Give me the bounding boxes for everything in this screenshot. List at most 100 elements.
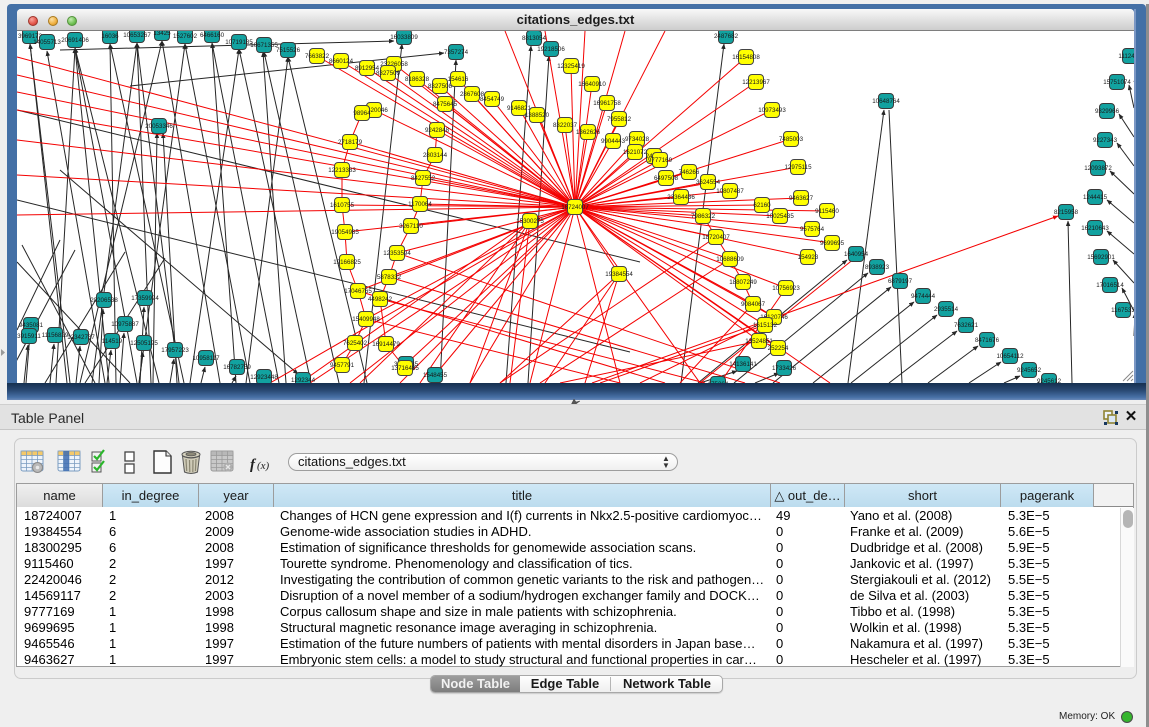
- svg-text:10653267: 10653267: [123, 32, 151, 39]
- svg-text:3624554: 3624554: [696, 179, 721, 186]
- svg-text:9245612: 9245612: [1037, 378, 1062, 383]
- svg-text:20053346: 20053346: [145, 123, 173, 130]
- svg-text:10975887: 10975887: [111, 321, 139, 328]
- svg-text:1621072: 1621072: [623, 149, 648, 156]
- svg-text:6497508: 6497508: [654, 175, 679, 182]
- svg-text:10756923: 10756923: [772, 285, 800, 292]
- svg-text:16033809: 16033809: [390, 34, 418, 41]
- svg-text:14055713: 14055713: [33, 39, 61, 46]
- svg-text:9777169: 9777169: [648, 157, 673, 164]
- svg-text:9575764: 9575764: [800, 226, 825, 233]
- svg-text:13425: 13425: [153, 31, 171, 37]
- svg-text:7515526: 7515526: [276, 47, 301, 54]
- svg-text:15409948: 15409948: [352, 316, 380, 323]
- svg-text:154616: 154616: [448, 76, 469, 83]
- svg-text:7485003: 7485003: [779, 136, 804, 143]
- svg-text:9474444: 9474444: [911, 293, 936, 300]
- svg-text:12923448: 12923448: [250, 374, 278, 381]
- svg-text:1112453: 1112453: [1118, 53, 1134, 60]
- svg-text:19218506: 19218506: [537, 46, 565, 53]
- svg-text:19166825: 19166825: [333, 259, 361, 266]
- svg-text:20206538: 20206538: [90, 297, 118, 304]
- svg-text:1733426: 1733426: [772, 365, 797, 372]
- svg-text:17046765: 17046765: [344, 288, 372, 295]
- svg-text:9115460: 9115460: [815, 208, 839, 215]
- svg-text:8471676: 8471676: [975, 337, 1000, 344]
- svg-text:10688609: 10688609: [716, 256, 744, 263]
- svg-text:3267110: 3267110: [399, 223, 423, 230]
- svg-text:62160: 62160: [753, 202, 771, 209]
- svg-text:18807249: 18807249: [729, 279, 757, 286]
- svg-text:1388520: 1388520: [525, 112, 550, 119]
- svg-text:9084067: 9084067: [741, 301, 766, 308]
- svg-text:13716485: 13716485: [391, 365, 419, 372]
- svg-text:1640954: 1640954: [844, 251, 869, 258]
- svg-text:2803144: 2803144: [423, 152, 448, 159]
- svg-text:9699695: 9699695: [820, 240, 845, 247]
- svg-text:(x): (x): [257, 460, 270, 472]
- svg-text:10025435: 10025435: [766, 213, 794, 220]
- svg-text:16914479: 16914479: [372, 341, 400, 348]
- svg-text:20691406: 20691406: [61, 37, 89, 44]
- svg-text:18724007: 18724007: [561, 204, 589, 211]
- svg-text:1615132: 1615132: [753, 322, 778, 329]
- svg-text:3915911: 3915911: [17, 333, 41, 340]
- svg-text:6879197: 6879197: [888, 278, 913, 285]
- svg-text:16782759: 16782759: [223, 364, 251, 371]
- svg-text:16036: 16036: [101, 33, 119, 40]
- svg-text:8475645: 8475645: [433, 101, 458, 108]
- svg-text:7955812: 7955812: [607, 116, 632, 123]
- svg-text:9463627: 9463627: [789, 195, 814, 202]
- svg-text:7663822: 7663822: [305, 53, 330, 60]
- svg-text:9146821: 9146821: [507, 105, 532, 112]
- svg-text:2935514: 2935514: [934, 306, 959, 313]
- svg-text:8327509: 8327509: [376, 70, 401, 77]
- svg-text:12505195: 12505195: [130, 340, 158, 347]
- svg-text:252254: 252254: [768, 345, 789, 352]
- svg-text:1292344: 1292344: [291, 377, 316, 383]
- svg-text:10654112: 10654112: [996, 353, 1024, 360]
- svg-text:10807487: 10807487: [716, 188, 744, 195]
- svg-text:23364436: 23364436: [667, 194, 695, 201]
- svg-text:8327508: 8327508: [428, 83, 453, 90]
- svg-text:8454749: 8454749: [480, 96, 505, 103]
- svg-text:8938923: 8938923: [865, 264, 890, 271]
- svg-text:10671355: 10671355: [250, 42, 278, 49]
- svg-text:16640910: 16640910: [578, 81, 606, 88]
- svg-text:15300275: 15300275: [516, 218, 544, 225]
- svg-text:6466160: 6466160: [200, 32, 225, 39]
- svg-text:19054985: 19054985: [331, 229, 359, 236]
- svg-text:12213967: 12213967: [742, 79, 770, 86]
- svg-text:12975115: 12975115: [784, 164, 812, 171]
- svg-text:13524851: 13524851: [745, 338, 773, 345]
- svg-text:12342737: 12342737: [67, 334, 95, 341]
- svg-text:2487682: 2487682: [714, 33, 739, 40]
- svg-text:12093872: 12093872: [1084, 165, 1112, 172]
- svg-text:5878332: 5878332: [377, 274, 402, 281]
- svg-text:9457791: 9457791: [330, 362, 355, 369]
- svg-text:8215958: 8215958: [1054, 209, 1079, 216]
- svg-text:16961758: 16961758: [593, 100, 621, 107]
- svg-text:8427552: 8427552: [411, 175, 436, 182]
- svg-text:1170064: 1170064: [408, 201, 432, 208]
- svg-text:8660124: 8660124: [329, 58, 354, 65]
- svg-text:2718179: 2718179: [338, 139, 363, 146]
- svg-text:f: f: [250, 457, 257, 473]
- svg-text:10973493: 10973493: [758, 107, 786, 114]
- svg-text:7986322: 7986322: [691, 213, 716, 220]
- svg-text:17016514: 17016514: [1096, 282, 1124, 289]
- svg-text:9242848: 9242848: [425, 127, 450, 134]
- svg-text:15692901: 15692901: [1087, 254, 1115, 261]
- svg-text:8186328: 8186328: [405, 76, 430, 83]
- svg-text:1244415: 1244415: [1083, 194, 1108, 201]
- svg-text:17359924: 17359924: [131, 295, 159, 302]
- svg-text:19384554: 19384554: [605, 271, 633, 278]
- svg-text:4498242: 4498242: [368, 296, 393, 303]
- svg-text:9227343: 9227343: [1093, 137, 1118, 144]
- svg-text:114519: 114519: [102, 338, 123, 345]
- svg-text:16210643: 16210643: [1081, 225, 1109, 232]
- svg-text:1362626: 1362626: [576, 129, 601, 136]
- svg-text:1610755: 1610755: [330, 202, 355, 209]
- svg-text:7625402: 7625402: [343, 340, 368, 347]
- svg-text:7632621: 7632621: [954, 322, 979, 329]
